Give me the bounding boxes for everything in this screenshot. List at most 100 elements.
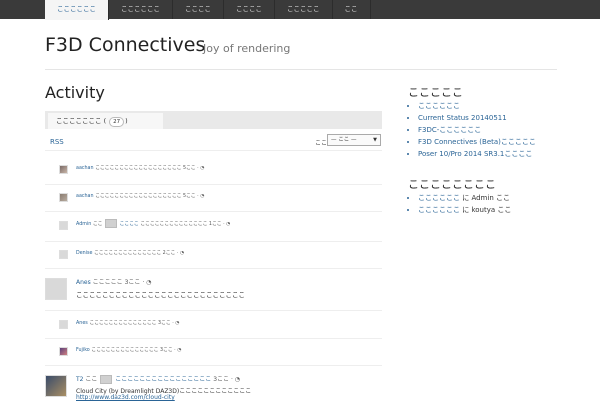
recent-post-item: Poser 10/Pro 2014 SR3.1ここここ	[418, 148, 536, 160]
activity-text: 3ここ	[213, 376, 230, 383]
activity-mid: ここ	[92, 222, 103, 227]
activity-tab-bar: こここここここ ( 27)	[45, 111, 382, 129]
nav-item-2[interactable]: ここここここ	[109, 0, 173, 19]
nav-item-5[interactable]: こここここ	[275, 0, 333, 19]
row-divider	[45, 184, 382, 185]
avatar[interactable]	[45, 278, 67, 300]
avatar[interactable]	[59, 347, 68, 356]
user-link[interactable]: Anes	[76, 279, 91, 286]
avatar[interactable]	[45, 375, 67, 397]
clock-icon: ◔	[200, 194, 205, 199]
recent-posts-list: ここここここ Current Status 20140511 F3DC-ここここ…	[408, 100, 536, 160]
activity-text: ここここここここここここここ 1ここ	[140, 222, 222, 227]
nav-item-4[interactable]: ここここ	[224, 0, 275, 19]
row-divider	[45, 150, 382, 151]
top-navigation: ここここここ ここここここ ここここ ここここ こここここ ここ	[0, 0, 600, 20]
recent-post-link[interactable]: Poser 10/Pro 2014 SR3.1ここここ	[418, 150, 532, 158]
recent-comment-item: ここここここ に koutya ここ	[418, 204, 511, 216]
recent-post-item: F3DC-ここここここ	[418, 124, 536, 136]
clock-icon: ◔	[234, 376, 241, 383]
user-link[interactable]: Admin	[76, 222, 91, 227]
user-link[interactable]: Anes	[76, 321, 88, 326]
user-link[interactable]: T2	[76, 376, 83, 383]
activity-text: ここここここここここここここここここ 5ここ	[95, 194, 196, 199]
recent-comment-item: ここここここ に Admin ここ	[418, 192, 511, 204]
comment-post-link[interactable]: ここここここ	[418, 194, 460, 202]
user-link[interactable]: aachan	[76, 194, 94, 199]
recent-posts-title: こここここ	[408, 86, 463, 99]
tab-label: こここここここ	[56, 117, 102, 125]
activity-content: ここここここここここここここここここここここここここ	[76, 291, 245, 299]
separator: ·	[197, 166, 199, 171]
avatar[interactable]	[59, 320, 68, 329]
separator: ·	[176, 251, 179, 256]
activity-item: Admin ここ ここここ ここここここここここここここ 1ここ · ◔	[76, 219, 230, 228]
header-divider	[45, 69, 557, 70]
post-link[interactable]: ここここここここここここここここ	[115, 376, 211, 383]
row-divider	[45, 310, 382, 311]
recent-post-item: F3D Connectives (Beta)こここここ	[418, 136, 536, 148]
separator: ·	[230, 376, 233, 383]
avatar[interactable]	[59, 250, 68, 259]
clock-icon: ◔	[175, 321, 180, 326]
activity-item: aachan ここここここここここここここここここ 5ここ · ◔	[76, 164, 204, 171]
row-divider	[45, 365, 382, 366]
recent-post-link[interactable]: F3DC-ここここここ	[418, 126, 481, 134]
site-title[interactable]: F3D Connectives	[45, 34, 205, 56]
activity-item: Denise ここここここここここここここ 2ここ · ◔	[76, 249, 184, 256]
recent-post-link[interactable]: Current Status 20140511	[418, 114, 507, 122]
avatar[interactable]	[59, 165, 68, 174]
activity-text: ここここここここここここここ 2ここ	[94, 251, 176, 256]
activity-item: aachan ここここここここここここここここここ 5ここ · ◔	[76, 192, 204, 199]
nav-item-3[interactable]: ここここ	[173, 0, 224, 19]
activity-item: Anes ここここここここここここここ 3ここ · ◔	[76, 319, 179, 326]
clock-icon: ◔	[179, 251, 185, 256]
activity-filter-select[interactable]: — ここ — ▼	[327, 134, 381, 146]
user-link[interactable]: Fujiko	[76, 348, 90, 353]
nav-item-6[interactable]: ここ	[333, 0, 371, 19]
activity-text: ここここここここここここここ 3ここ	[91, 348, 173, 353]
separator: ·	[142, 279, 145, 286]
activity-text: ここここここここここここここ 3ここ	[89, 321, 171, 326]
activity-text: こここここ 3ここ	[92, 279, 141, 286]
row-divider	[45, 241, 382, 242]
avatar[interactable]	[59, 193, 68, 202]
recent-comments-list: ここここここ に Admin ここ ここここここ に koutya ここ	[408, 192, 511, 216]
separator: ·	[223, 222, 225, 227]
recent-post-item: ここここここ	[418, 100, 536, 112]
activity-item: Anes こここここ 3ここ · ◔	[76, 277, 151, 286]
recent-comments-title: ここここここここ	[408, 178, 496, 191]
avatar[interactable]	[59, 221, 68, 230]
clock-icon: ◔	[226, 222, 231, 227]
activity-count-badge: 27	[109, 117, 125, 127]
activity-text: ここここここここここここここここここ 5ここ	[95, 166, 196, 171]
page-title: Activity	[45, 83, 105, 102]
tab-all-members[interactable]: こここここここ ( 27)	[48, 113, 163, 129]
clock-icon: ◔	[177, 348, 182, 353]
filter-selected-value: — ここ —	[331, 137, 357, 143]
activity-item: T2 ここ ここここここここここここここここ 3ここ · ◔	[76, 374, 240, 384]
recent-post-link[interactable]: F3D Connectives (Beta)こここここ	[418, 138, 536, 146]
rss-link[interactable]: RSS	[50, 138, 64, 146]
nav-item-home[interactable]: ここここここ	[45, 0, 109, 20]
site-tagline: Joy of rendering	[203, 42, 291, 55]
comment-author-text: に Admin ここ	[460, 194, 510, 202]
separator: ·	[174, 348, 176, 353]
separator: ·	[197, 194, 199, 199]
post-link[interactable]: ここここ	[120, 222, 139, 227]
user-link[interactable]: aachan	[76, 166, 94, 171]
clock-icon: ◔	[146, 279, 152, 286]
chevron-down-icon: ▼	[373, 137, 377, 143]
user-link[interactable]: Denise	[76, 251, 92, 256]
comment-author-text: に koutya ここ	[460, 206, 512, 214]
activity-item: Fujiko ここここここここここここここ 3ここ · ◔	[76, 346, 181, 353]
separator: ·	[172, 321, 174, 326]
comment-post-link[interactable]: ここここここ	[418, 206, 460, 214]
row-divider	[45, 338, 382, 339]
image-thumbnail	[100, 375, 113, 384]
activity-mid: ここ	[85, 376, 98, 383]
recent-post-link[interactable]: ここここここ	[418, 102, 460, 110]
row-divider	[45, 211, 382, 212]
row-divider	[45, 268, 382, 269]
clock-icon: ◔	[200, 166, 205, 171]
